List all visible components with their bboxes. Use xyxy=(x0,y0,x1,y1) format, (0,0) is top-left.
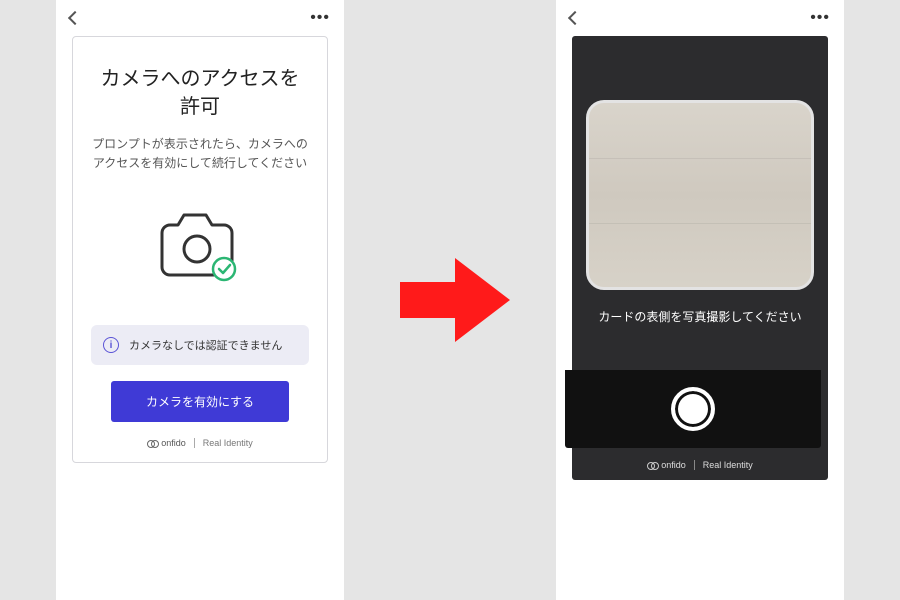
permission-title: カメラへのアクセスを許可 xyxy=(91,65,309,121)
info-icon: i xyxy=(103,337,119,353)
onfido-logo: onfido xyxy=(147,438,186,448)
footer-tag: Real Identity xyxy=(203,438,253,448)
onfido-logo: onfido xyxy=(647,460,686,470)
capture-instruction: カードの表側を写真撮影してください xyxy=(598,308,801,325)
notice-banner: i カメラなしでは認証できません xyxy=(91,325,309,365)
onfido-mark-icon xyxy=(647,460,657,470)
back-icon[interactable] xyxy=(568,11,582,25)
onfido-mark-icon xyxy=(147,438,157,448)
footer-divider xyxy=(194,438,195,448)
capture-view: カードの表側を写真撮影してください onfido Real Identity xyxy=(572,36,828,480)
phone-permission-screen: ••• カメラへのアクセスを許可 プロンプトが表示されたら、カメラへのアクセスを… xyxy=(56,0,344,600)
card-frame xyxy=(586,100,814,290)
footer-brand: onfido xyxy=(661,460,686,470)
topbar: ••• xyxy=(56,0,344,36)
permission-card: カメラへのアクセスを許可 プロンプトが表示されたら、カメラへのアクセスを有効にし… xyxy=(72,36,328,463)
shutter-button[interactable] xyxy=(671,387,715,431)
permission-subtitle: プロンプトが表示されたら、カメラへのアクセスを有効にして続行してください xyxy=(91,135,309,173)
topbar: ••• xyxy=(556,0,844,36)
footer-brand: onfido xyxy=(161,438,186,448)
more-icon[interactable]: ••• xyxy=(810,9,830,27)
footer: onfido Real Identity xyxy=(647,460,753,470)
shutter-bar xyxy=(565,370,821,448)
phone-capture-screen: ••• カードの表側を写真撮影してください onfido Real Identi… xyxy=(556,0,844,600)
more-icon[interactable]: ••• xyxy=(310,9,330,27)
notice-text: カメラなしでは認証できません xyxy=(129,337,282,353)
footer-divider xyxy=(694,460,695,470)
footer-tag: Real Identity xyxy=(703,460,753,470)
back-icon[interactable] xyxy=(68,11,82,25)
footer: onfido Real Identity xyxy=(91,438,309,448)
camera-check-icon xyxy=(91,203,309,285)
arrow-icon xyxy=(400,252,510,348)
enable-camera-button[interactable]: カメラを有効にする xyxy=(111,381,290,422)
